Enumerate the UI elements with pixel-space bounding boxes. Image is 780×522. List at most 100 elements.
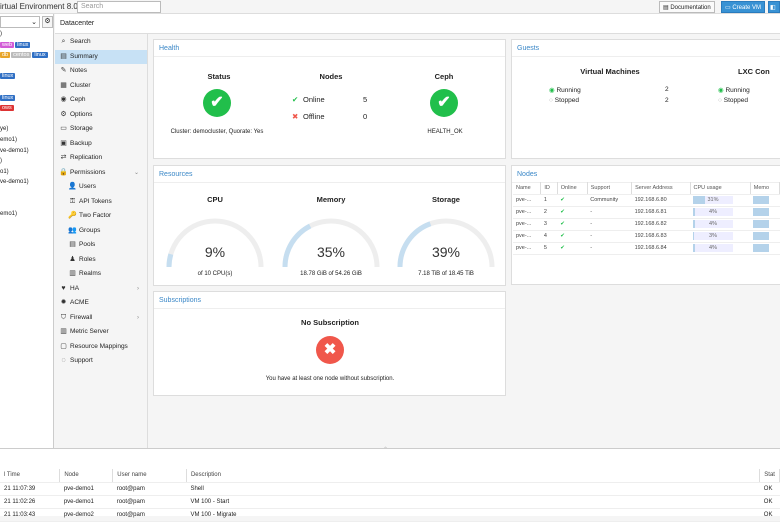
column-header[interactable]: Stat <box>759 469 780 483</box>
column-header[interactable]: ID <box>540 182 558 195</box>
column-header[interactable]: Memo <box>750 182 780 195</box>
nav-item-backup[interactable]: ▣ Backup <box>55 137 147 151</box>
nav-item-label: Ceph <box>70 96 86 103</box>
lxc-running-row: ◉ Running <box>718 86 750 94</box>
tree-node[interactable]: emo1) <box>0 137 17 143</box>
table-row[interactable]: pve-... 4 ✔ -192.168.6.83 3% <box>513 230 780 243</box>
nav-item-cluster[interactable]: ▦ Cluster <box>55 79 147 93</box>
nav-item-notes[interactable]: ✎ Notes <box>55 64 147 78</box>
column-header[interactable]: User name <box>112 469 187 483</box>
nodes-heading: Nodes <box>319 72 343 81</box>
tree-node[interactable]: ) <box>0 31 2 37</box>
nav-item-storage[interactable]: ▭ Storage <box>55 122 147 136</box>
column-header[interactable]: l Time <box>0 469 61 483</box>
task-node: pve-demo2 <box>59 508 113 522</box>
search-input[interactable]: Search <box>77 1 161 13</box>
cluster-icon: ▦ <box>60 81 67 89</box>
tree-node[interactable]: linux <box>0 73 16 80</box>
column-header[interactable]: CPU usage <box>690 182 751 195</box>
nav-item-groups[interactable]: 👥 Groups <box>55 224 147 238</box>
roles-icon: ♟ <box>69 255 76 263</box>
table-row[interactable]: 21 11:07:39 pve-demo1 root@pam Shell OK <box>0 482 780 496</box>
node-address: 192.168.6.81 <box>631 206 690 219</box>
tree-node[interactable]: ows <box>0 105 15 112</box>
nav-item-permissions[interactable]: 🔒 Permissions ⌄ <box>55 166 147 180</box>
node-address: 192.168.6.83 <box>631 230 690 243</box>
tree-node[interactable]: ye) <box>0 126 8 132</box>
table-row[interactable]: pve-... 5 ✔ -192.168.6.84 4% <box>513 242 780 255</box>
lxc-running-label: Running <box>725 87 750 94</box>
offline-x-icon: ✖ <box>292 112 299 121</box>
create-ct-button[interactable]: ◧ <box>768 1 780 13</box>
table-row[interactable]: 21 11:03:43 pve-demo2 root@pam VM 100 - Mig… <box>0 508 780 522</box>
guests-panel: Guests Virtual Machines ◉ Running 2 ○ St… <box>511 39 780 159</box>
table-row[interactable]: 21 11:02:26 pve-demo1 root@pam VM 100 - Sta… <box>0 495 780 509</box>
view-selector[interactable]: ⌄ <box>0 16 40 28</box>
nav-item-acme[interactable]: ✹ ACME <box>55 296 147 310</box>
gear-icon[interactable]: ⚙ <box>42 16 53 28</box>
nav-item-label: Cluster <box>70 81 91 89</box>
nav-item-search[interactable]: ⌕ Search <box>55 35 147 49</box>
subscription-message: You have at least one node without subsc… <box>265 376 395 382</box>
tree-node[interactable]: ve-demo1) <box>0 179 29 185</box>
nav-item-summary[interactable]: ▤ Summary <box>55 49 147 64</box>
nav-item-api-tokens[interactable]: ⚿ API Tokens <box>55 195 147 209</box>
tree-node[interactable]: db centos linux <box>0 52 49 59</box>
table-row[interactable]: pve-... 1 ✔ Community 192.168.6.80 31% <box>513 194 780 207</box>
nav-item-users[interactable]: 👤 Users <box>55 180 147 194</box>
nav-item-firewall[interactable]: ⛉ Firewall › <box>55 311 147 325</box>
nav-item-replication[interactable]: ⇄ Replication <box>55 151 147 165</box>
acme-icon: ✹ <box>60 299 67 306</box>
nav-item-roles[interactable]: ♟ Roles <box>55 253 147 267</box>
api-tokens-icon: ⚿ <box>69 197 76 205</box>
summary-icon: ▤ <box>60 52 67 60</box>
table-row[interactable]: pve-... 2 ✔ -192.168.6.81 4% <box>513 206 780 219</box>
nav-item-ha[interactable]: ♥ HA › <box>55 282 147 296</box>
nav-item-label: Search <box>70 38 91 45</box>
nav-item-realms[interactable]: ▥ Realms <box>55 267 147 281</box>
cpu-gauge <box>166 218 264 268</box>
table-row[interactable]: pve-... 3 ✔ -192.168.6.82 4% <box>513 218 780 231</box>
nav-item-options[interactable]: ⚙ Options <box>55 108 147 122</box>
pools-icon: ▤ <box>69 241 76 248</box>
nav-item-label: Support <box>70 357 93 364</box>
collapse-handle[interactable]: ⌃ <box>383 446 388 453</box>
backup-icon: ▣ <box>60 139 67 147</box>
column-header[interactable]: Server Address <box>631 182 691 195</box>
ceph-status: HEALTH_OK <box>427 129 463 135</box>
tag-badge: linux <box>0 94 16 101</box>
resources-panel: Resources CPU 9% of 10 CPU(s) Memory 35%… <box>153 165 506 286</box>
node-support: Community <box>587 194 632 207</box>
tree-node[interactable]: o1) <box>0 169 9 175</box>
nav-item-support[interactable]: ◌ Support <box>55 354 147 368</box>
nav-item-label: Summary <box>70 52 98 60</box>
nav-item-metric-server[interactable]: ▥ Metric Server <box>55 325 147 339</box>
online-check-icon: ✔ <box>557 242 588 255</box>
column-header[interactable]: Support <box>587 182 633 195</box>
search-icon: ⌕ <box>61 38 66 45</box>
vm-stopped-row: ○ Stopped <box>549 97 579 104</box>
nav-item-pools[interactable]: ▤ Pools <box>55 238 147 252</box>
create-vm-button[interactable]: ▭ Create VM <box>721 1 766 13</box>
node-support: - <box>587 242 632 255</box>
nav-item-label: Replication <box>70 154 103 161</box>
memory-usage-bar <box>753 244 770 252</box>
lxc-stopped-row: ○ Stopped <box>718 97 748 104</box>
tree-node[interactable]: ve-demo1) <box>0 148 29 154</box>
memory-usage-cell <box>750 230 780 243</box>
tree-node[interactable]: emo1) <box>0 211 17 217</box>
nav-item-two-factor[interactable]: 🔑 Two Factor <box>55 209 147 223</box>
column-header[interactable]: Online <box>557 182 588 195</box>
column-header[interactable]: Node <box>59 469 114 483</box>
column-header[interactable]: Description <box>186 469 761 483</box>
nav-item-ceph[interactable]: ◉ Ceph <box>55 93 147 107</box>
tree-node[interactable]: linux <box>0 94 16 101</box>
storage-icon: ▭ <box>60 125 67 132</box>
documentation-button[interactable]: ▤ Documentation <box>659 1 715 13</box>
nav-item-label: Permissions <box>70 168 106 176</box>
tree-node[interactable]: ) <box>0 158 2 164</box>
tree-node[interactable]: web linux <box>0 41 31 48</box>
online-check-icon: ✔ <box>557 230 588 243</box>
column-header[interactable]: Name <box>513 182 542 195</box>
nav-item-resource-mappings[interactable]: ▢ Resource Mappings <box>55 340 147 354</box>
